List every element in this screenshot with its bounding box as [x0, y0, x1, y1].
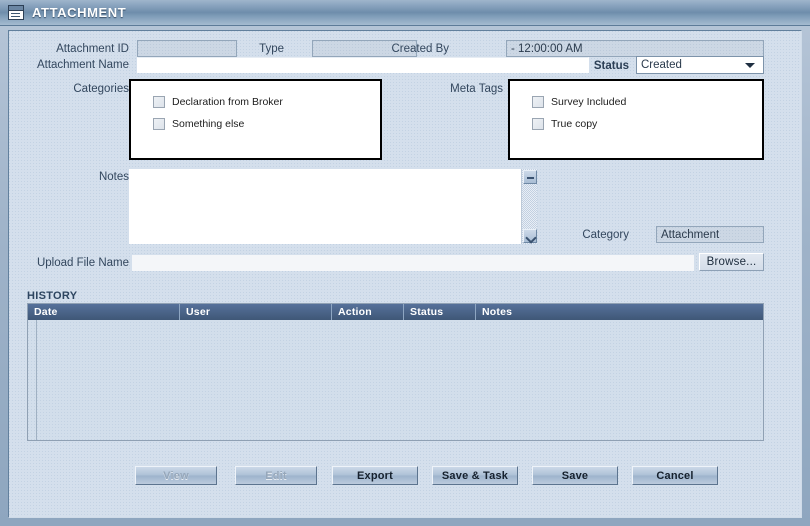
- history-table: Date User Action Status Notes: [27, 303, 764, 441]
- list-item[interactable]: True copy: [532, 113, 762, 135]
- history-table-body: [28, 320, 763, 440]
- table-header-row: Date User Action Status Notes: [28, 304, 763, 320]
- list-item[interactable]: Declaration from Broker: [153, 91, 380, 113]
- checkbox-label: Declaration from Broker: [172, 96, 283, 108]
- view-button[interactable]: View: [135, 466, 217, 485]
- row-indicator-divider: [36, 320, 37, 440]
- checkbox-label: Something else: [172, 118, 245, 130]
- window-title: ATTACHMENT: [32, 5, 127, 20]
- history-section-title: HISTORY: [27, 290, 78, 302]
- column-header-action[interactable]: Action: [332, 304, 404, 320]
- checkbox-icon[interactable]: [153, 96, 165, 108]
- type-label: Type: [259, 43, 284, 55]
- window-titlebar: ATTACHMENT: [0, 0, 810, 26]
- chevron-down-icon: [745, 62, 755, 68]
- meta-tags-group: Survey Included True copy: [508, 79, 764, 160]
- checkbox-label: True copy: [551, 118, 598, 130]
- checkbox-label: Survey Included: [551, 96, 627, 108]
- categories-group: Declaration from Broker Something else: [129, 79, 382, 160]
- export-button[interactable]: Export: [332, 466, 418, 485]
- scroll-up-icon[interactable]: [523, 170, 537, 184]
- list-item[interactable]: Something else: [153, 113, 380, 135]
- column-header-user[interactable]: User: [180, 304, 332, 320]
- status-dropdown-value: Created: [641, 59, 682, 71]
- column-header-notes[interactable]: Notes: [476, 304, 763, 320]
- meta-tags-label: Meta Tags: [450, 83, 503, 95]
- form-body: Attachment ID Type Created By - 12:00:00…: [8, 30, 802, 518]
- upload-file-name-label: Upload File Name: [36, 257, 129, 269]
- created-by-label: Created By: [391, 43, 449, 55]
- attachment-window: ATTACHMENT Attachment ID Type Created By…: [0, 0, 810, 526]
- checkbox-icon[interactable]: [532, 96, 544, 108]
- form-window-icon: [8, 5, 24, 20]
- notes-label: Notes: [98, 171, 129, 183]
- save-and-task-button[interactable]: Save & Task: [432, 466, 518, 485]
- checkbox-icon[interactable]: [153, 118, 165, 130]
- category-field: Attachment: [656, 226, 764, 243]
- browse-button[interactable]: Browse...: [699, 253, 764, 271]
- status-label: Status: [593, 60, 629, 72]
- categories-label: Categories: [73, 83, 129, 95]
- checkbox-icon[interactable]: [532, 118, 544, 130]
- attachment-id-label: Attachment ID: [56, 43, 129, 55]
- notes-textarea[interactable]: [129, 169, 529, 244]
- column-header-status[interactable]: Status: [404, 304, 476, 320]
- attachment-name-input[interactable]: [137, 57, 589, 73]
- save-button[interactable]: Save: [532, 466, 618, 485]
- list-item[interactable]: Survey Included: [532, 91, 762, 113]
- column-header-date[interactable]: Date: [28, 304, 180, 320]
- edit-button[interactable]: Edit: [235, 466, 317, 485]
- attachment-name-label: Attachment Name: [36, 59, 129, 71]
- upload-file-name-input[interactable]: [132, 255, 694, 271]
- category-label: Category: [582, 229, 629, 241]
- cancel-button[interactable]: Cancel: [632, 466, 718, 485]
- status-dropdown[interactable]: Created: [636, 56, 764, 74]
- created-by-field: - 12:00:00 AM: [506, 40, 764, 57]
